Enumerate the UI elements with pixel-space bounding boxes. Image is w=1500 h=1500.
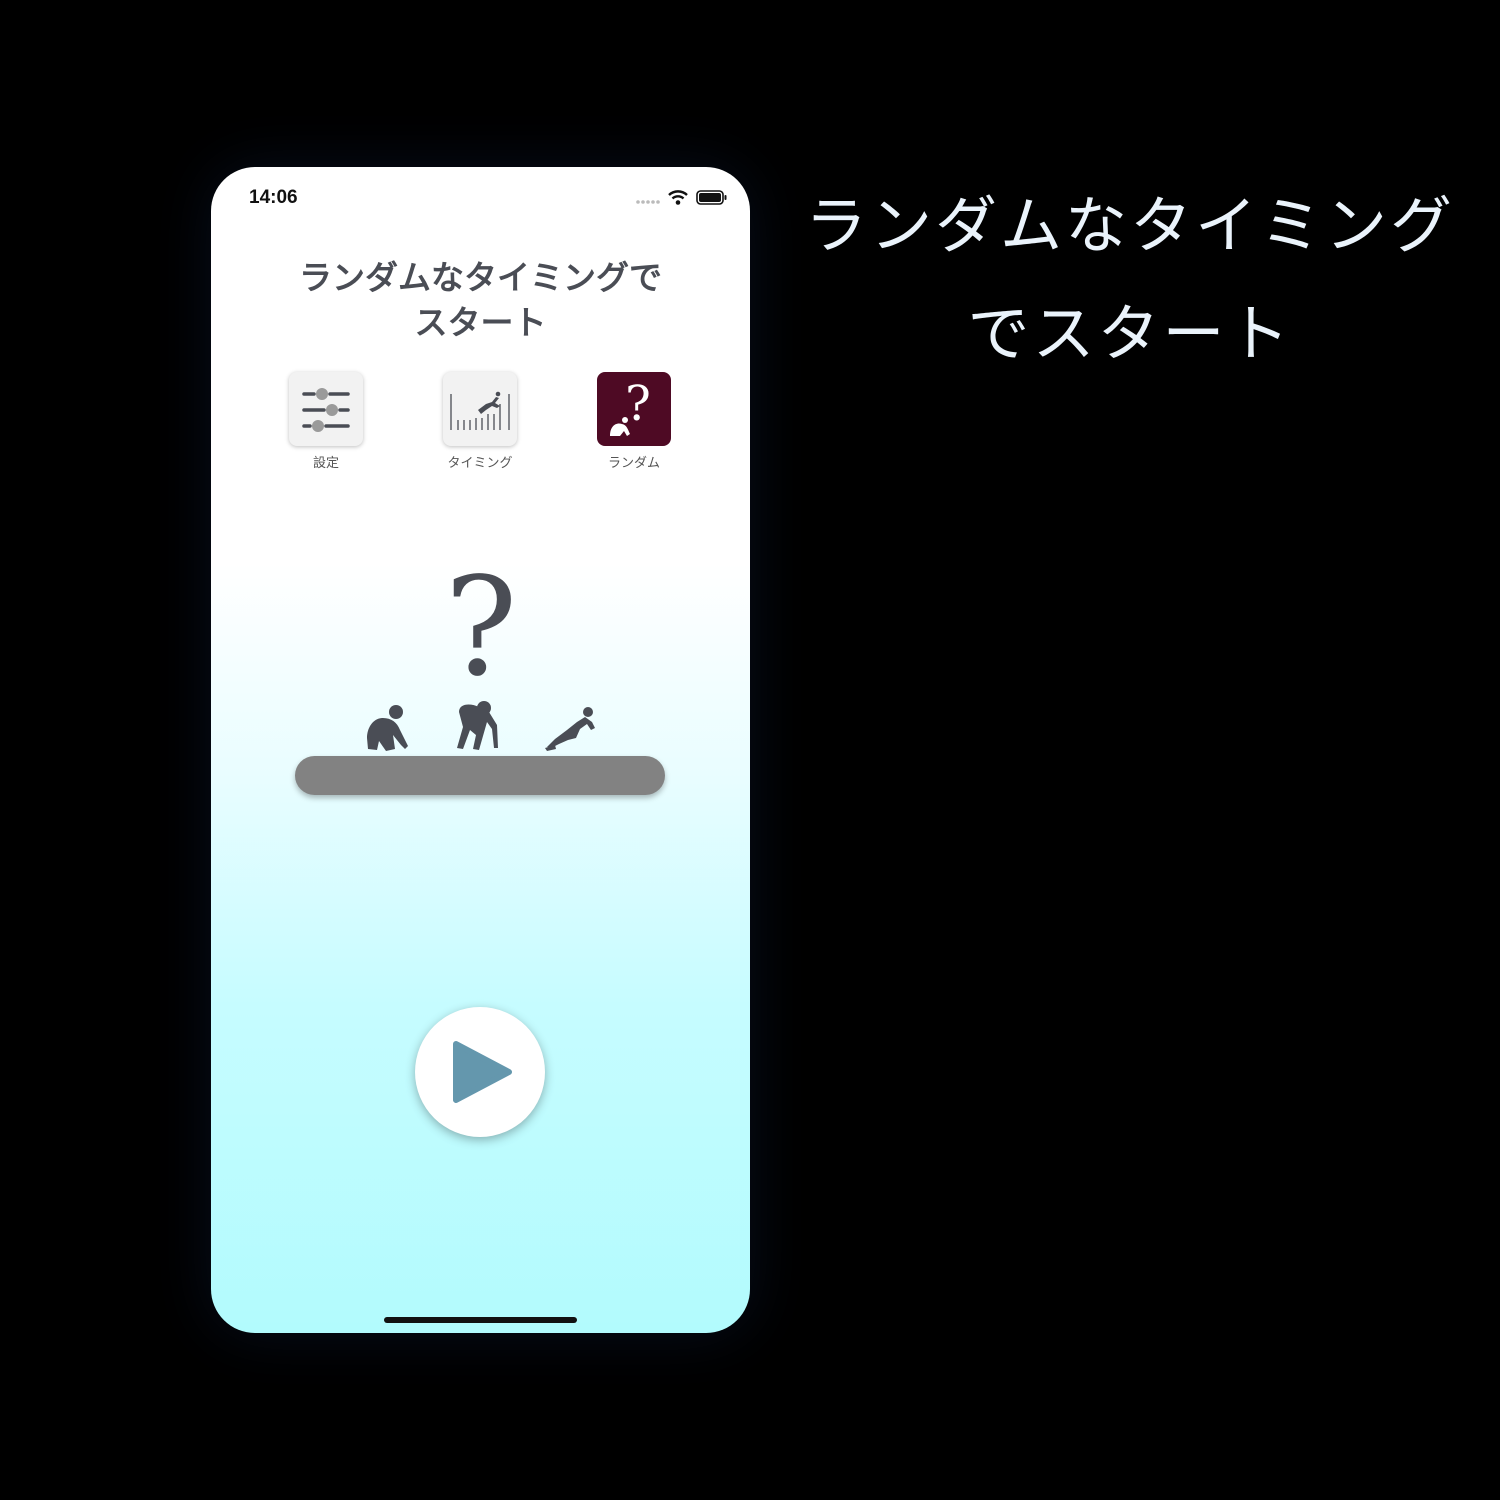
sliders-icon[interactable] (289, 372, 363, 446)
menu-item-settings[interactable]: 設定 (276, 372, 376, 471)
menu-item-timing[interactable]: タイミング (430, 372, 530, 471)
svg-text:?: ? (625, 378, 651, 432)
page-title: ランダムなタイミングで スタート (211, 255, 750, 345)
caption-line-1: ランダムなタイミング (804, 189, 1455, 262)
menu-label-timing: タイミング (447, 456, 513, 471)
home-indicator[interactable] (384, 1317, 577, 1323)
timing-runner-icon[interactable] (443, 372, 517, 446)
start-track-bar (295, 756, 665, 795)
play-button[interactable] (415, 1007, 545, 1137)
random-question-icon[interactable]: ? (597, 372, 671, 446)
status-icons (636, 189, 728, 209)
wifi-icon (668, 189, 688, 209)
caption-line-2: でスタート (967, 297, 1293, 370)
title-line-1: ランダムなタイミングで (299, 258, 662, 297)
menu-label-settings: 設定 (312, 456, 339, 471)
menu-label-random: ランダム (607, 456, 660, 471)
runner-set-icon (367, 705, 408, 751)
menu-item-random[interactable]: ? ランダム (584, 372, 684, 471)
mode-menu: 設定 タイミング ? ランダム (211, 372, 750, 482)
question-mark-glyph: ? (445, 552, 518, 707)
battery-icon (696, 189, 728, 209)
play-icon (453, 1041, 512, 1103)
runner-ready-icon (457, 701, 498, 750)
phone-screen: 14:06 ランダムなタイミングで スタート 設定 タイミング ? ランダム ? (211, 167, 750, 1333)
title-line-2: スタート (414, 303, 547, 342)
status-time: 14:06 (249, 187, 298, 208)
promo-caption: ランダムなタイミング でスタート (790, 172, 1470, 388)
runner-sprint-icon (545, 707, 595, 751)
signal-icon (636, 190, 660, 209)
